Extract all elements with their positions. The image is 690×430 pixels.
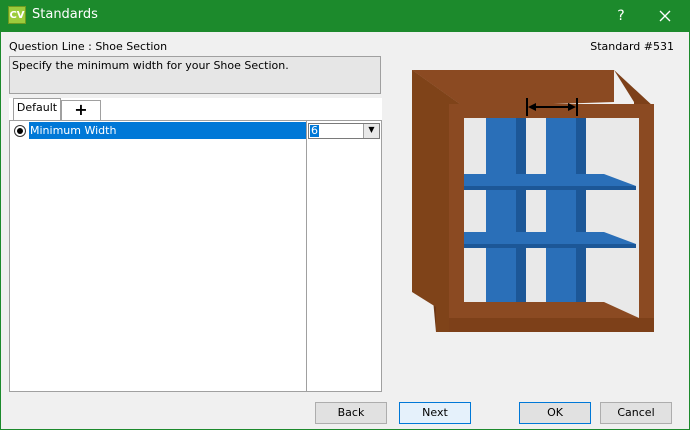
next-button[interactable]: Next: [399, 402, 471, 424]
back-button[interactable]: Back: [315, 402, 387, 424]
list-item[interactable]: Minimum Width: [10, 122, 306, 139]
column-divider: [306, 121, 307, 391]
close-button[interactable]: [652, 5, 678, 27]
title-bar: CV Standards ?: [0, 0, 690, 32]
ok-button[interactable]: OK: [519, 402, 591, 424]
tab-default[interactable]: Default: [13, 98, 61, 120]
shoe-section-illustration: [404, 62, 674, 342]
minimum-width-value[interactable]: 6: [310, 125, 319, 137]
radio-selected-icon[interactable]: [14, 125, 26, 137]
standard-number: Standard #531: [590, 40, 674, 53]
description-box: Specify the minimum width for your Shoe …: [9, 56, 381, 94]
app-logo-icon: CV: [8, 6, 26, 24]
tab-strip: Default +: [9, 98, 382, 120]
cancel-button[interactable]: Cancel: [600, 402, 672, 424]
minimum-width-value-field[interactable]: 6 ▼: [308, 123, 380, 139]
help-button[interactable]: ?: [608, 5, 634, 27]
dropdown-arrow-icon[interactable]: ▼: [363, 124, 379, 138]
add-tab-button[interactable]: +: [61, 100, 101, 120]
close-icon: [659, 10, 671, 22]
window-title: Standards: [32, 7, 98, 22]
plus-icon: +: [74, 100, 88, 119]
list-item-label[interactable]: Minimum Width: [29, 122, 306, 139]
cabinet-diagram: [412, 70, 654, 332]
options-list: Minimum Width 6 ▼: [9, 120, 382, 392]
question-line-label: Question Line : Shoe Section: [9, 40, 168, 53]
